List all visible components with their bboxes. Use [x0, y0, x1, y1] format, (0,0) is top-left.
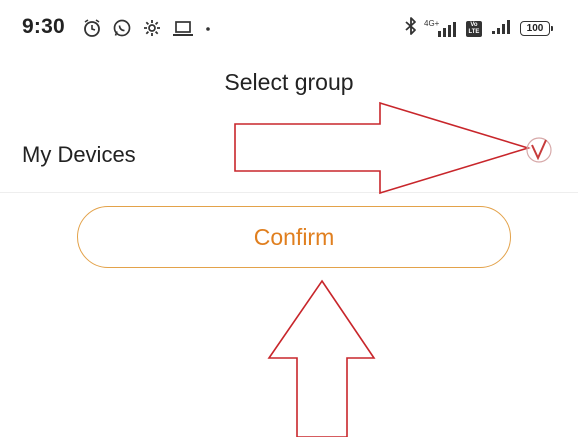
status-left-icons: [82, 18, 212, 38]
whatsapp-icon: [112, 18, 132, 38]
confirm-button[interactable]: Confirm: [77, 206, 511, 268]
alarm-icon: [82, 18, 102, 38]
settings-icon: [142, 18, 162, 38]
volte-label: Vo LTE: [468, 21, 480, 35]
group-label: My Devices: [22, 142, 136, 167]
status-time: 9:30: [22, 15, 65, 38]
laptop-icon: [172, 18, 194, 38]
status-right-icons: 4G+ Vo LTE 100: [404, 16, 553, 41]
bluetooth-icon: [404, 16, 418, 41]
group-row-my-devices[interactable]: My Devices: [0, 113, 578, 193]
status-bar: 9:30 4G+ Vo LTE 100: [0, 0, 578, 42]
battery-level: 100: [526, 23, 544, 34]
dot-icon: [204, 18, 212, 38]
volte-icon: Vo LTE: [464, 19, 484, 39]
battery-icon: 100: [520, 21, 553, 36]
screen: 9:30 4G+ Vo LTE 100 Select group My Devi…: [0, 0, 578, 437]
annotation-arrow-up: [267, 279, 376, 437]
signal-icon: 4G+: [424, 19, 458, 39]
signal-icon: [490, 16, 514, 41]
page-title: Select group: [224, 69, 354, 95]
